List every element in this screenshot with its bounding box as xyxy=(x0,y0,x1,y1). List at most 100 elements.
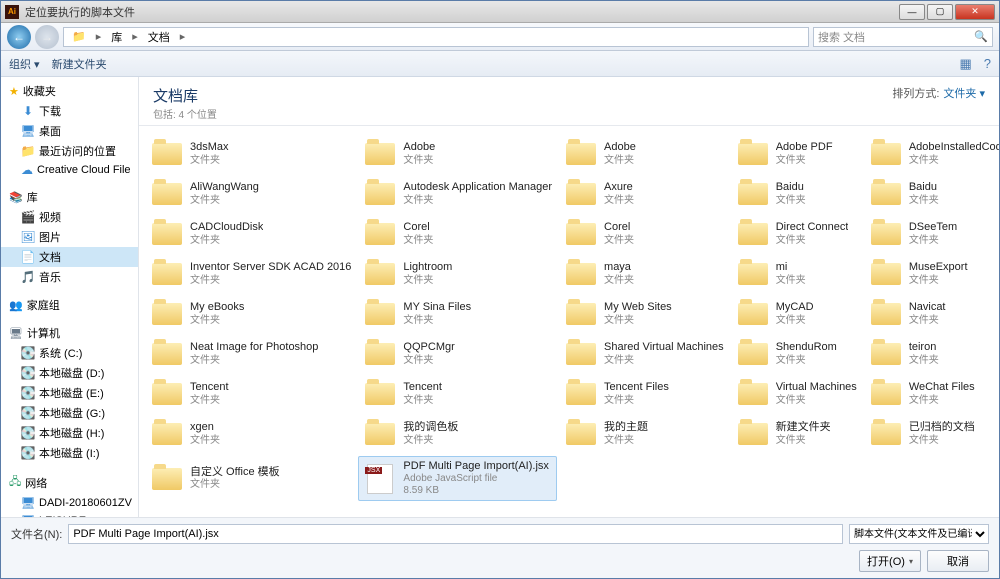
folder-item[interactable]: MY Sina Files文件夹 xyxy=(358,296,557,332)
folder-item[interactable]: mi文件夹 xyxy=(731,256,862,292)
folder-item[interactable]: Adobe PDF文件夹 xyxy=(731,136,862,172)
folder-item[interactable]: DSeeTem文件夹 xyxy=(864,216,999,252)
crumb-library[interactable]: 库 xyxy=(107,29,126,45)
file-item[interactable]: JSXPDF Multi Page Import(AI).jsxAdobe Ja… xyxy=(358,456,557,501)
sidebar-fav-item[interactable]: 🖥桌面 xyxy=(1,121,138,141)
folder-item[interactable]: Shared Virtual Machines文件夹 xyxy=(559,336,729,372)
library-subtitle[interactable]: 包括: 4 个位置 xyxy=(153,106,217,121)
sidebar-drive-item[interactable]: 💽系统 (C:) xyxy=(1,343,138,363)
folder-item[interactable]: Lightroom文件夹 xyxy=(358,256,557,292)
item-name: My Web Sites xyxy=(604,301,672,314)
item-type: 文件夹 xyxy=(190,315,244,327)
item-name: 我的调色板 xyxy=(403,421,458,434)
folder-item[interactable]: CADCloudDisk文件夹 xyxy=(145,216,356,252)
folder-item[interactable]: Virtual Machines文件夹 xyxy=(731,376,862,412)
sidebar-lib-item[interactable]: 🎵音乐 xyxy=(1,267,138,287)
open-button[interactable]: 打开(O) xyxy=(859,550,921,572)
sidebar-item-icon: 📄 xyxy=(21,250,35,264)
item-type: 文件夹 xyxy=(604,355,724,367)
folder-item[interactable]: QQPCMgr文件夹 xyxy=(358,336,557,372)
folder-item[interactable]: 我的调色板文件夹 xyxy=(358,416,557,452)
folder-item[interactable]: 3dsMax文件夹 xyxy=(145,136,356,172)
breadcrumb[interactable]: 📁 ▸ 库 ▸ 文档 ▸ xyxy=(63,27,809,47)
sidebar-lib-item[interactable]: 🎬视频 xyxy=(1,207,138,227)
titlebar[interactable]: Ai 定位要执行的脚本文件 — ▢ ✕ xyxy=(1,1,999,23)
folder-item[interactable]: My eBooks文件夹 xyxy=(145,296,356,332)
folder-item[interactable]: My Web Sites文件夹 xyxy=(559,296,729,332)
item-name: Corel xyxy=(604,221,634,234)
folder-item[interactable]: Corel文件夹 xyxy=(559,216,729,252)
item-name: Baidu xyxy=(909,181,939,194)
folder-item[interactable]: Tencent Files文件夹 xyxy=(559,376,729,412)
sidebar-group-libraries[interactable]: 📚库 xyxy=(1,187,138,207)
sidebar-item-label: 最近访问的位置 xyxy=(39,143,116,159)
folder-item[interactable]: Autodesk Application Manager文件夹 xyxy=(358,176,557,212)
sidebar-group-computer[interactable]: 🖥计算机 xyxy=(1,323,138,343)
chevron-right-icon[interactable]: ▸ xyxy=(176,30,190,43)
file-grid[interactable]: 3dsMax文件夹Adobe文件夹Adobe文件夹Adobe PDF文件夹Ado… xyxy=(139,126,999,517)
folder-item[interactable]: AliWangWang文件夹 xyxy=(145,176,356,212)
close-button[interactable]: ✕ xyxy=(955,4,995,20)
folder-item[interactable]: Inventor Server SDK ACAD 2016文件夹 xyxy=(145,256,356,292)
folder-item[interactable]: teiron文件夹 xyxy=(864,336,999,372)
sidebar-group-favorites[interactable]: ★收藏夹 xyxy=(1,81,138,101)
organize-menu[interactable]: 组织 ▾ xyxy=(9,56,40,72)
folder-icon xyxy=(566,183,596,205)
cancel-button[interactable]: 取消 xyxy=(927,550,989,572)
forward-button[interactable]: → xyxy=(35,25,59,49)
sidebar-fav-item[interactable]: ⬇下载 xyxy=(1,101,138,121)
folder-item[interactable]: Adobe文件夹 xyxy=(559,136,729,172)
folder-item[interactable]: Navicat文件夹 xyxy=(864,296,999,332)
chevron-right-icon[interactable]: ▸ xyxy=(128,30,142,43)
help-button[interactable]: ? xyxy=(984,56,991,71)
item-name: Adobe xyxy=(604,141,636,154)
folder-item[interactable]: maya文件夹 xyxy=(559,256,729,292)
sidebar-network-item[interactable]: 🖥DADI-20180601ZV xyxy=(1,494,138,512)
item-type: 文件夹 xyxy=(776,155,833,167)
folder-item[interactable]: AdobeInstalledCodecs文件夹 xyxy=(864,136,999,172)
maximize-button[interactable]: ▢ xyxy=(927,4,953,20)
minimize-button[interactable]: — xyxy=(899,4,925,20)
new-folder-button[interactable]: 新建文件夹 xyxy=(52,56,107,72)
view-options-button[interactable]: ▦ xyxy=(959,56,971,72)
folder-item[interactable]: 自定义 Office 模板文件夹 xyxy=(145,456,356,501)
folder-item[interactable]: Neat Image for Photoshop文件夹 xyxy=(145,336,356,372)
folder-item[interactable]: Adobe文件夹 xyxy=(358,136,557,172)
folder-item[interactable]: ShenduRom文件夹 xyxy=(731,336,862,372)
folder-item[interactable]: MuseExport文件夹 xyxy=(864,256,999,292)
sidebar-lib-item[interactable]: 🖼图片 xyxy=(1,227,138,247)
folder-item[interactable]: MyCAD文件夹 xyxy=(731,296,862,332)
folder-item[interactable]: Tencent文件夹 xyxy=(145,376,356,412)
folder-item[interactable]: 已归档的文档文件夹 xyxy=(864,416,999,452)
folder-item[interactable]: Direct Connect文件夹 xyxy=(731,216,862,252)
folder-item[interactable]: Tencent文件夹 xyxy=(358,376,557,412)
folder-item[interactable]: xgen文件夹 xyxy=(145,416,356,452)
sidebar-group-homegroup[interactable]: 👥家庭组 xyxy=(1,295,138,315)
sidebar-drive-item[interactable]: 💽本地磁盘 (H:) xyxy=(1,423,138,443)
sidebar-lib-item[interactable]: 📄文档 xyxy=(1,247,138,267)
sidebar-drive-item[interactable]: 💽本地磁盘 (G:) xyxy=(1,403,138,423)
folder-icon: 📁 xyxy=(68,30,90,43)
folder-item[interactable]: Baidu文件夹 xyxy=(864,176,999,212)
filename-input[interactable] xyxy=(68,524,843,544)
sidebar-drive-item[interactable]: 💽本地磁盘 (E:) xyxy=(1,383,138,403)
sidebar-fav-item[interactable]: ☁Creative Cloud File xyxy=(1,161,138,179)
sidebar-group-network[interactable]: 🖧网络 xyxy=(1,471,138,494)
search-icon: 🔍 xyxy=(974,30,988,43)
sidebar-drive-item[interactable]: 💽本地磁盘 (I:) xyxy=(1,443,138,463)
crumb-documents[interactable]: 文档 xyxy=(144,29,174,45)
folder-item[interactable]: 我的主题文件夹 xyxy=(559,416,729,452)
folder-item[interactable]: WeChat Files文件夹 xyxy=(864,376,999,412)
folder-item[interactable]: Corel文件夹 xyxy=(358,216,557,252)
sidebar-fav-item[interactable]: 📁最近访问的位置 xyxy=(1,141,138,161)
file-type-filter[interactable]: 脚本文件(文本文件及已编译文) xyxy=(849,524,989,544)
sidebar-drive-item[interactable]: 💽本地磁盘 (D:) xyxy=(1,363,138,383)
folder-item[interactable]: Baidu文件夹 xyxy=(731,176,862,212)
chevron-right-icon[interactable]: ▸ xyxy=(92,30,106,43)
folder-icon xyxy=(365,223,395,245)
search-input[interactable]: 搜索 文档 🔍 xyxy=(813,27,993,47)
folder-item[interactable]: Axure文件夹 xyxy=(559,176,729,212)
back-button[interactable]: ← xyxy=(7,25,31,49)
folder-item[interactable]: 新建文件夹文件夹 xyxy=(731,416,862,452)
sort-dropdown[interactable]: 文件夹 ▾ xyxy=(943,85,985,101)
